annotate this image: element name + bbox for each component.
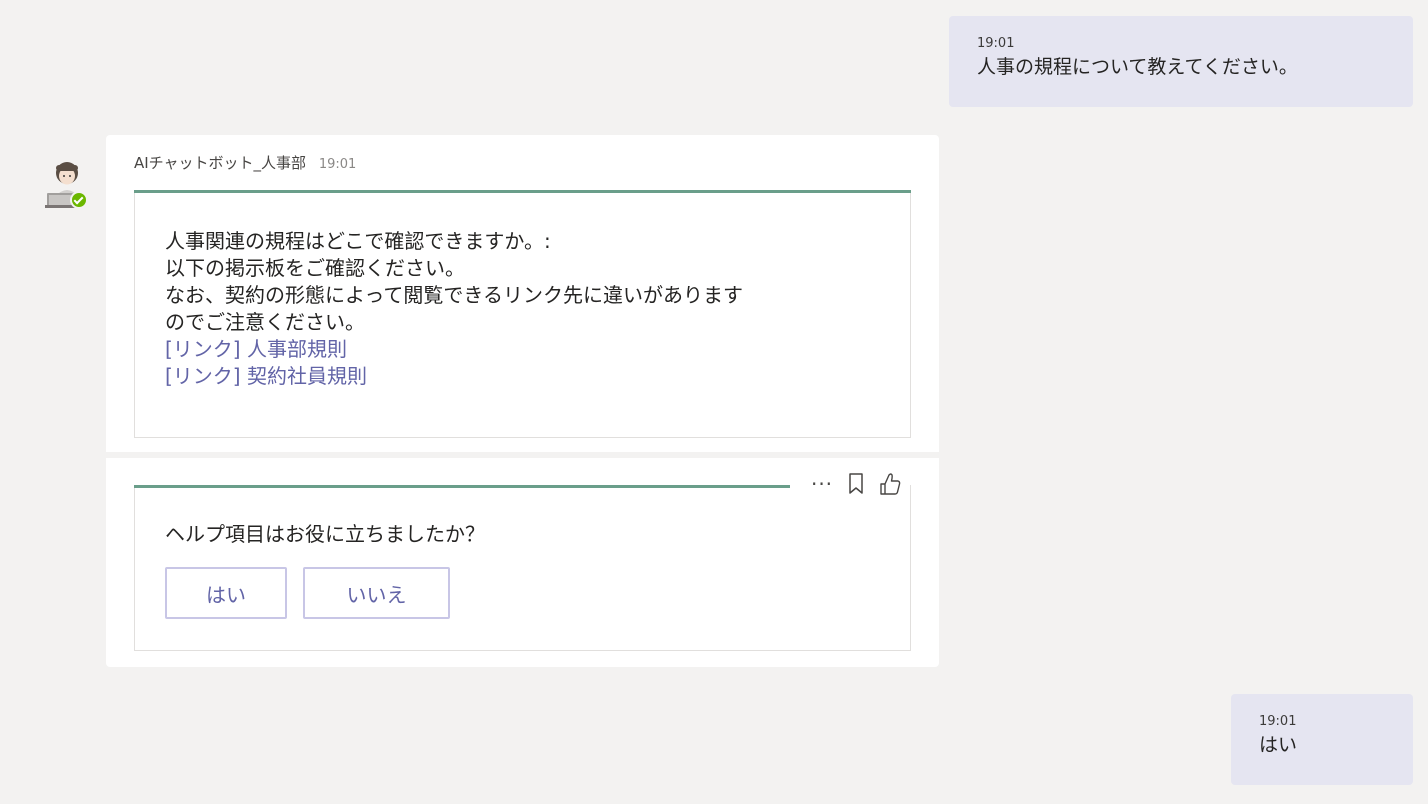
sender-name: AIチャットボット_人事部 <box>134 154 307 172</box>
available-status-icon <box>70 191 88 209</box>
link-hr-rules[interactable]: [リンク] 人事部規則 <box>165 336 743 363</box>
bookmark-icon[interactable] <box>845 471 867 497</box>
bot-message: AIチャットボット_人事部 19:01 人事関連の規程はどこで確認できますか。:… <box>106 135 939 667</box>
answer-card: 人事関連の規程はどこで確認できますか。: 以下の掲示板をご確認ください。 なお、… <box>134 190 911 438</box>
message-timestamp: 19:01 <box>977 36 1015 51</box>
outgoing-message[interactable]: 19:01 はい <box>1231 694 1413 785</box>
yes-button[interactable]: はい <box>165 567 287 619</box>
feedback-card: ··· ヘルプ項目はお役に立ちましたか？ はい いいえ <box>134 473 911 651</box>
card-accent-line <box>134 485 790 488</box>
message-text: 人事の規程について教えてください。 <box>977 56 1298 78</box>
answer-body: 人事関連の規程はどこで確認できますか。: 以下の掲示板をご確認ください。 なお、… <box>165 228 743 390</box>
message-actions: ··· <box>811 469 901 499</box>
feedback-question: ヘルプ項目はお役に立ちましたか？ <box>165 522 485 546</box>
answer-line: のでご注意ください。 <box>165 310 365 334</box>
message-timestamp: 19:01 <box>1259 714 1297 729</box>
outgoing-message[interactable]: 19:01 人事の規程について教えてください。 <box>949 16 1413 107</box>
thumbs-up-icon[interactable] <box>879 471 901 497</box>
message-timestamp: 19:01 <box>318 157 357 172</box>
message-header: AIチャットボット_人事部 19:01 <box>134 152 356 173</box>
answer-line: 人事関連の規程はどこで確認できますか。: <box>165 229 551 253</box>
message-text: はい <box>1259 734 1298 756</box>
no-button[interactable]: いいえ <box>303 567 450 619</box>
card-divider <box>106 452 939 458</box>
bot-avatar[interactable] <box>43 155 89 211</box>
more-options-icon[interactable]: ··· <box>811 471 833 497</box>
link-contract-employee-rules[interactable]: [リンク] 契約社員規則 <box>165 363 743 390</box>
answer-line: なお、契約の形態によって閲覧できるリンク先に違いがあります <box>165 283 743 307</box>
answer-line: 以下の掲示板をご確認ください。 <box>165 256 465 280</box>
chat-view: 19:01 人事の規程について教えてください。 AIチャットボット_人事部 19… <box>0 0 1428 804</box>
